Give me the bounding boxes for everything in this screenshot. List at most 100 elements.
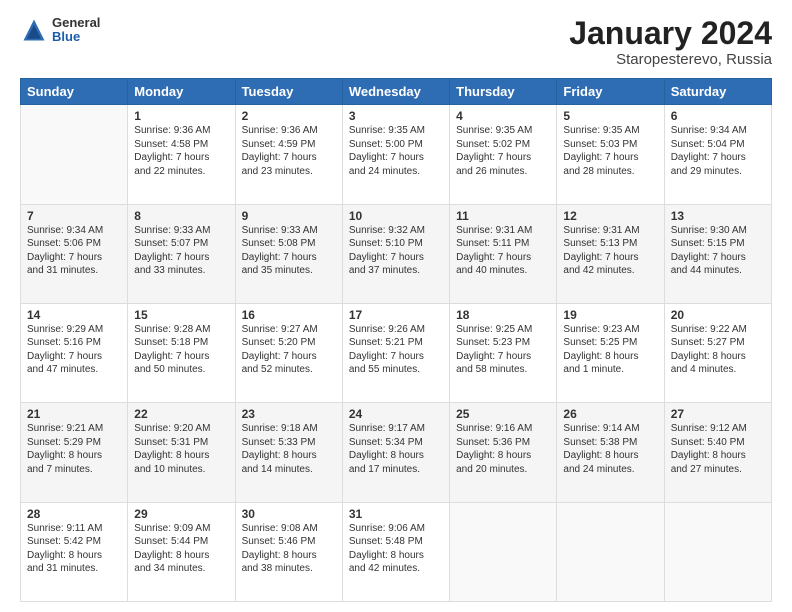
day-info: Sunrise: 9:34 AM Sunset: 5:06 PM Dayligh… <box>27 224 121 278</box>
calendar-cell: 22Sunrise: 9:20 AM Sunset: 5:31 PM Dayli… <box>128 403 235 502</box>
day-number: 1 <box>134 109 228 123</box>
calendar-cell: 27Sunrise: 9:12 AM Sunset: 5:40 PM Dayli… <box>664 403 771 502</box>
calendar-cell: 19Sunrise: 9:23 AM Sunset: 5:25 PM Dayli… <box>557 303 664 402</box>
logo-icon <box>20 16 48 44</box>
day-number: 6 <box>671 109 765 123</box>
calendar-cell: 18Sunrise: 9:25 AM Sunset: 5:23 PM Dayli… <box>450 303 557 402</box>
day-info: Sunrise: 9:28 AM Sunset: 5:18 PM Dayligh… <box>134 323 228 377</box>
day-number: 27 <box>671 407 765 421</box>
calendar-cell: 2Sunrise: 9:36 AM Sunset: 4:59 PM Daylig… <box>235 105 342 204</box>
day-number: 8 <box>134 209 228 223</box>
day-info: Sunrise: 9:06 AM Sunset: 5:48 PM Dayligh… <box>349 522 443 576</box>
day-number: 28 <box>27 507 121 521</box>
location: Staropesterevo, Russia <box>569 51 772 68</box>
calendar-cell <box>21 105 128 204</box>
day-info: Sunrise: 9:31 AM Sunset: 5:13 PM Dayligh… <box>563 224 657 278</box>
day-number: 25 <box>456 407 550 421</box>
day-info: Sunrise: 9:27 AM Sunset: 5:20 PM Dayligh… <box>242 323 336 377</box>
day-number: 30 <box>242 507 336 521</box>
calendar-cell <box>557 502 664 601</box>
calendar-cell: 31Sunrise: 9:06 AM Sunset: 5:48 PM Dayli… <box>342 502 449 601</box>
day-info: Sunrise: 9:29 AM Sunset: 5:16 PM Dayligh… <box>27 323 121 377</box>
day-info: Sunrise: 9:35 AM Sunset: 5:03 PM Dayligh… <box>563 124 657 178</box>
day-info: Sunrise: 9:12 AM Sunset: 5:40 PM Dayligh… <box>671 422 765 476</box>
day-info: Sunrise: 9:35 AM Sunset: 5:02 PM Dayligh… <box>456 124 550 178</box>
calendar-week-1: 1Sunrise: 9:36 AM Sunset: 4:58 PM Daylig… <box>21 105 772 204</box>
calendar-cell: 24Sunrise: 9:17 AM Sunset: 5:34 PM Dayli… <box>342 403 449 502</box>
day-number: 13 <box>671 209 765 223</box>
day-info: Sunrise: 9:30 AM Sunset: 5:15 PM Dayligh… <box>671 224 765 278</box>
calendar-cell: 15Sunrise: 9:28 AM Sunset: 5:18 PM Dayli… <box>128 303 235 402</box>
day-info: Sunrise: 9:32 AM Sunset: 5:10 PM Dayligh… <box>349 224 443 278</box>
day-number: 10 <box>349 209 443 223</box>
calendar-cell: 20Sunrise: 9:22 AM Sunset: 5:27 PM Dayli… <box>664 303 771 402</box>
day-info: Sunrise: 9:35 AM Sunset: 5:00 PM Dayligh… <box>349 124 443 178</box>
day-number: 14 <box>27 308 121 322</box>
day-number: 7 <box>27 209 121 223</box>
day-number: 9 <box>242 209 336 223</box>
calendar-cell: 3Sunrise: 9:35 AM Sunset: 5:00 PM Daylig… <box>342 105 449 204</box>
calendar-cell: 4Sunrise: 9:35 AM Sunset: 5:02 PM Daylig… <box>450 105 557 204</box>
header: General Blue January 2024 Staropesterevo… <box>20 16 772 68</box>
calendar-cell: 16Sunrise: 9:27 AM Sunset: 5:20 PM Dayli… <box>235 303 342 402</box>
day-number: 12 <box>563 209 657 223</box>
day-info: Sunrise: 9:36 AM Sunset: 4:59 PM Dayligh… <box>242 124 336 178</box>
day-number: 26 <box>563 407 657 421</box>
calendar-cell: 1Sunrise: 9:36 AM Sunset: 4:58 PM Daylig… <box>128 105 235 204</box>
calendar-header-row: SundayMondayTuesdayWednesdayThursdayFrid… <box>21 79 772 105</box>
day-number: 18 <box>456 308 550 322</box>
day-info: Sunrise: 9:22 AM Sunset: 5:27 PM Dayligh… <box>671 323 765 377</box>
day-info: Sunrise: 9:33 AM Sunset: 5:07 PM Dayligh… <box>134 224 228 278</box>
calendar-cell <box>664 502 771 601</box>
day-header-saturday: Saturday <box>664 79 771 105</box>
day-header-thursday: Thursday <box>450 79 557 105</box>
logo-blue: Blue <box>52 30 100 44</box>
calendar-cell: 23Sunrise: 9:18 AM Sunset: 5:33 PM Dayli… <box>235 403 342 502</box>
calendar-cell: 10Sunrise: 9:32 AM Sunset: 5:10 PM Dayli… <box>342 204 449 303</box>
day-info: Sunrise: 9:33 AM Sunset: 5:08 PM Dayligh… <box>242 224 336 278</box>
day-info: Sunrise: 9:17 AM Sunset: 5:34 PM Dayligh… <box>349 422 443 476</box>
calendar-cell: 26Sunrise: 9:14 AM Sunset: 5:38 PM Dayli… <box>557 403 664 502</box>
day-info: Sunrise: 9:08 AM Sunset: 5:46 PM Dayligh… <box>242 522 336 576</box>
day-number: 19 <box>563 308 657 322</box>
day-number: 4 <box>456 109 550 123</box>
day-number: 16 <box>242 308 336 322</box>
day-info: Sunrise: 9:26 AM Sunset: 5:21 PM Dayligh… <box>349 323 443 377</box>
calendar-cell: 7Sunrise: 9:34 AM Sunset: 5:06 PM Daylig… <box>21 204 128 303</box>
calendar-cell: 12Sunrise: 9:31 AM Sunset: 5:13 PM Dayli… <box>557 204 664 303</box>
calendar-cell: 9Sunrise: 9:33 AM Sunset: 5:08 PM Daylig… <box>235 204 342 303</box>
day-number: 21 <box>27 407 121 421</box>
day-info: Sunrise: 9:31 AM Sunset: 5:11 PM Dayligh… <box>456 224 550 278</box>
logo: General Blue <box>20 16 100 45</box>
calendar-cell: 17Sunrise: 9:26 AM Sunset: 5:21 PM Dayli… <box>342 303 449 402</box>
calendar-cell: 21Sunrise: 9:21 AM Sunset: 5:29 PM Dayli… <box>21 403 128 502</box>
day-header-monday: Monday <box>128 79 235 105</box>
logo-general: General <box>52 16 100 30</box>
calendar-cell <box>450 502 557 601</box>
calendar-cell: 5Sunrise: 9:35 AM Sunset: 5:03 PM Daylig… <box>557 105 664 204</box>
calendar-cell: 8Sunrise: 9:33 AM Sunset: 5:07 PM Daylig… <box>128 204 235 303</box>
calendar-cell: 11Sunrise: 9:31 AM Sunset: 5:11 PM Dayli… <box>450 204 557 303</box>
day-number: 31 <box>349 507 443 521</box>
day-info: Sunrise: 9:20 AM Sunset: 5:31 PM Dayligh… <box>134 422 228 476</box>
calendar-cell: 30Sunrise: 9:08 AM Sunset: 5:46 PM Dayli… <box>235 502 342 601</box>
day-number: 29 <box>134 507 228 521</box>
day-info: Sunrise: 9:23 AM Sunset: 5:25 PM Dayligh… <box>563 323 657 377</box>
day-info: Sunrise: 9:36 AM Sunset: 4:58 PM Dayligh… <box>134 124 228 178</box>
day-header-sunday: Sunday <box>21 79 128 105</box>
day-info: Sunrise: 9:21 AM Sunset: 5:29 PM Dayligh… <box>27 422 121 476</box>
day-info: Sunrise: 9:11 AM Sunset: 5:42 PM Dayligh… <box>27 522 121 576</box>
calendar-cell: 6Sunrise: 9:34 AM Sunset: 5:04 PM Daylig… <box>664 105 771 204</box>
day-info: Sunrise: 9:09 AM Sunset: 5:44 PM Dayligh… <box>134 522 228 576</box>
day-number: 22 <box>134 407 228 421</box>
title-block: January 2024 Staropesterevo, Russia <box>569 16 772 68</box>
day-number: 24 <box>349 407 443 421</box>
calendar-week-5: 28Sunrise: 9:11 AM Sunset: 5:42 PM Dayli… <box>21 502 772 601</box>
day-info: Sunrise: 9:18 AM Sunset: 5:33 PM Dayligh… <box>242 422 336 476</box>
calendar-week-4: 21Sunrise: 9:21 AM Sunset: 5:29 PM Dayli… <box>21 403 772 502</box>
day-number: 23 <box>242 407 336 421</box>
day-number: 3 <box>349 109 443 123</box>
calendar-cell: 14Sunrise: 9:29 AM Sunset: 5:16 PM Dayli… <box>21 303 128 402</box>
calendar-table: SundayMondayTuesdayWednesdayThursdayFrid… <box>20 78 772 602</box>
month-year: January 2024 <box>569 16 772 51</box>
